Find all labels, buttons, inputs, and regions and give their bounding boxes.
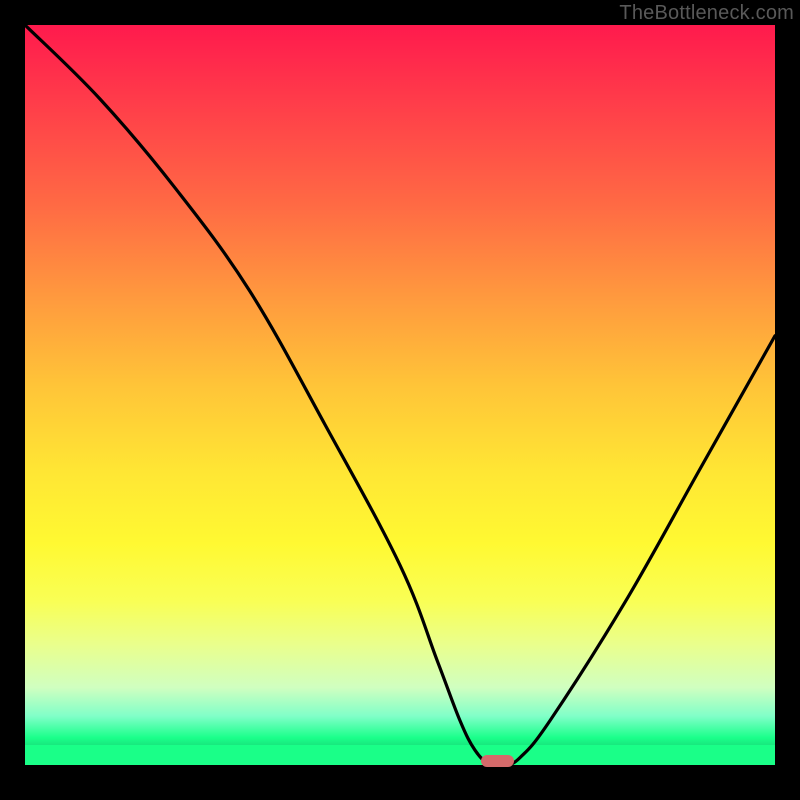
chart-frame [25, 25, 775, 775]
watermark-text: TheBottleneck.com [619, 2, 794, 25]
optimal-marker [481, 755, 515, 767]
bottleneck-curve [25, 25, 775, 775]
